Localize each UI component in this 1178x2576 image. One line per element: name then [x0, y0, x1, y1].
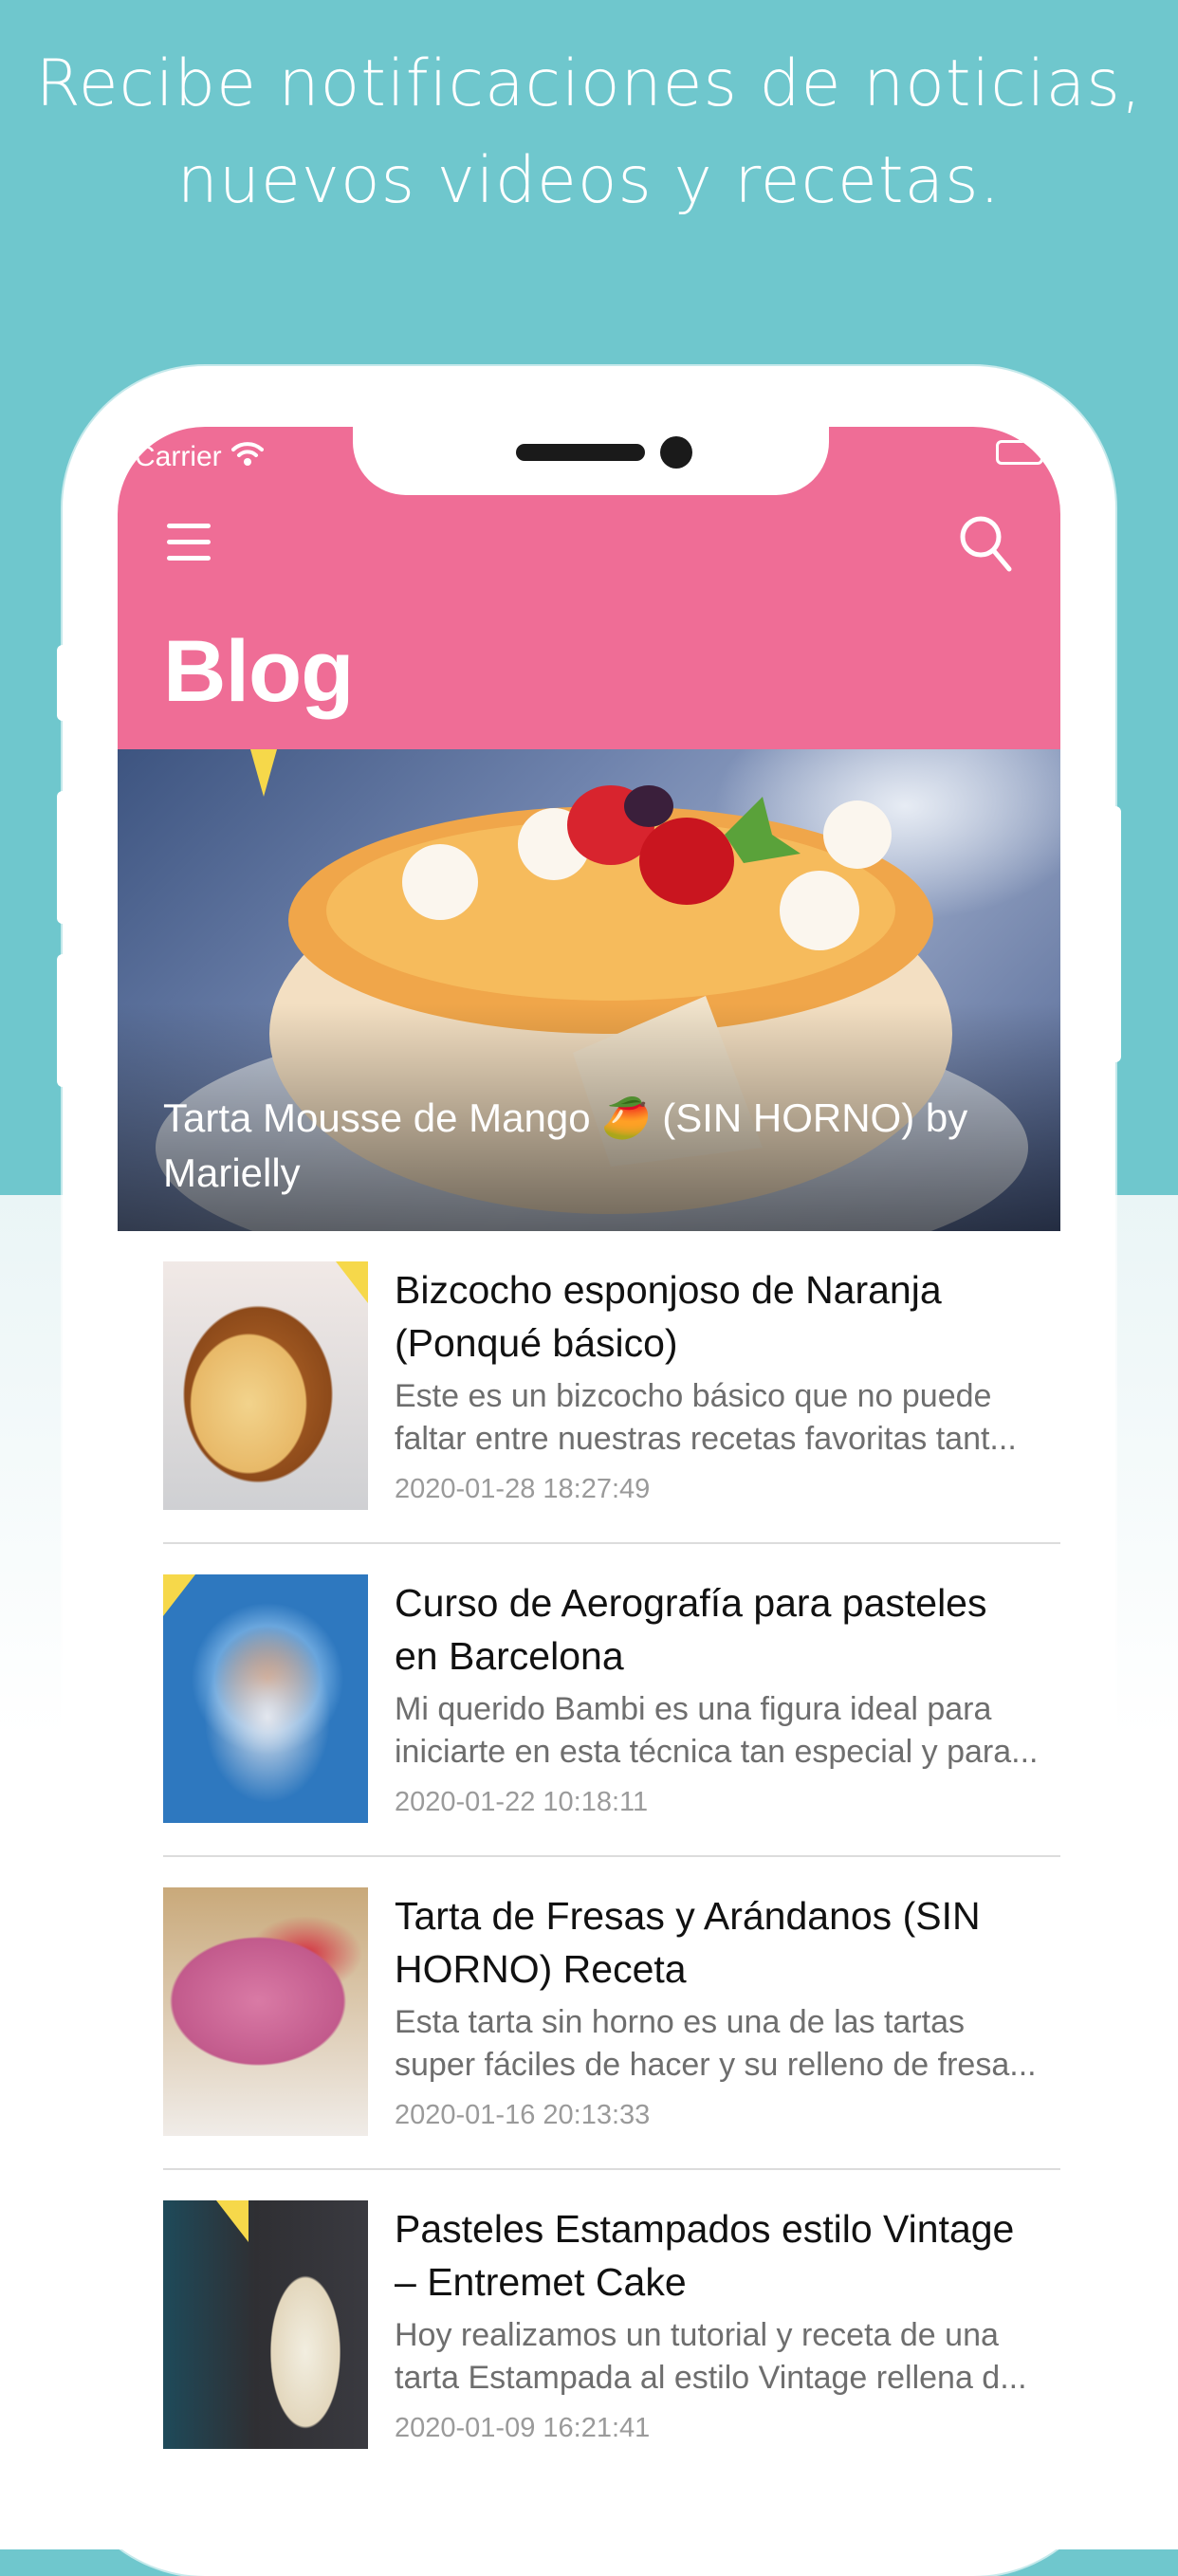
post-date: 2020-01-28 18:27:49 — [395, 1474, 651, 1504]
hamburger-menu-icon[interactable] — [167, 522, 212, 563]
post-thumbnail-badge — [216, 2200, 248, 2242]
battery-icon — [996, 440, 1048, 465]
post-thumbnail — [163, 1261, 368, 1510]
phone-side-button-volume-up — [57, 791, 68, 924]
post-date: 2020-01-22 10:18:11 — [395, 1787, 649, 1817]
post-excerpt: Este es un bizcocho básico que no puede … — [395, 1378, 1017, 1457]
post-date: 2020-01-09 16:21:41 — [395, 2413, 651, 2443]
list-item[interactable]: Pasteles Estampados estilo Vintage – Ent… — [163, 2170, 1060, 2481]
post-title: Bizcocho esponjoso de Naranja (Ponqué bá… — [395, 1268, 942, 1365]
promo-headline-line-2: nuevos videos y recetas. — [176, 143, 1002, 218]
status-bar-carrier: Carrier — [135, 440, 264, 474]
front-camera — [660, 436, 692, 469]
phone-side-button-power — [1110, 806, 1121, 1062]
speaker-grille — [516, 444, 645, 461]
post-list: Bizcocho esponjoso de Naranja (Ponqué bá… — [163, 1231, 1060, 2481]
post-thumbnail-badge — [163, 1574, 195, 1616]
post-excerpt: Esta tarta sin horno es una de las tarta… — [395, 2004, 1037, 2083]
app-screen: Carrier Blog Tarta Mousse de Mango 🥭 (SI… — [118, 427, 1060, 2549]
search-icon[interactable] — [958, 514, 1015, 575]
post-excerpt: Hoy realizamos un tutorial y receta de u… — [395, 2317, 1027, 2396]
post-thumbnail — [163, 2200, 368, 2449]
post-thumbnail — [163, 1574, 368, 1823]
promo-headline-line-1: Recibe notificaciones de noticias, — [35, 46, 1143, 121]
post-title: Pasteles Estampados estilo Vintage – Ent… — [395, 2207, 1015, 2304]
list-item[interactable]: Curso de Aerografía para pasteles en Bar… — [163, 1544, 1060, 1857]
carrier-label: Carrier — [135, 441, 222, 472]
post-thumbnail — [163, 1887, 368, 2136]
post-title: Curso de Aerografía para pasteles en Bar… — [395, 1581, 987, 1678]
phone-side-button-volume-down — [57, 954, 68, 1087]
post-date: 2020-01-16 20:13:33 — [395, 2100, 651, 2130]
post-title: Tarta de Fresas y Arándanos (SIN HORNO) … — [395, 1894, 981, 1991]
wifi-icon — [230, 440, 264, 474]
phone-notch — [353, 427, 829, 495]
featured-post[interactable]: Tarta Mousse de Mango 🥭 (SIN HORNO) by M… — [118, 749, 1060, 1231]
phone-side-button-top — [57, 645, 68, 721]
promo-headline: Recibe notificaciones de noticias, nuevo… — [0, 36, 1178, 230]
list-item[interactable]: Bizcocho esponjoso de Naranja (Ponqué bá… — [163, 1231, 1060, 1544]
post-thumbnail-badge — [336, 1261, 368, 1303]
featured-post-title: Tarta Mousse de Mango 🥭 (SIN HORNO) by M… — [163, 1095, 968, 1195]
post-excerpt: Mi querido Bambi es una figura ideal par… — [395, 1691, 1039, 1770]
list-item[interactable]: Tarta de Fresas y Arándanos (SIN HORNO) … — [163, 1857, 1060, 2170]
page-title: Blog — [163, 623, 354, 720]
